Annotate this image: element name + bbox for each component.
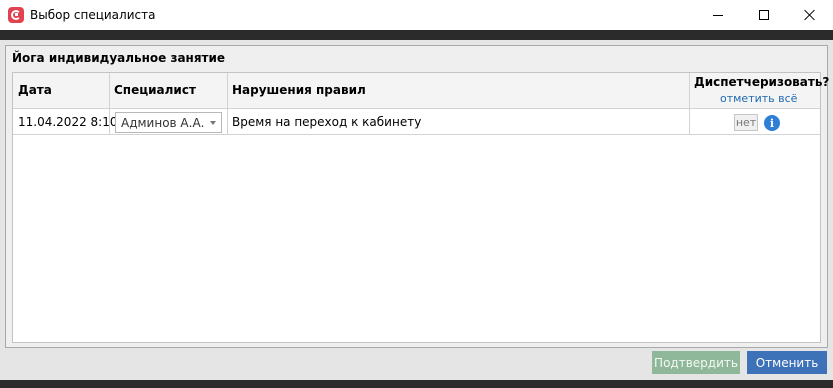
minimize-icon <box>713 14 723 16</box>
specialist-select-value: Админов А.А. <box>121 116 205 130</box>
row-date: 11.04.2022 8:10 <box>18 115 118 129</box>
window-frame-bottom <box>0 380 833 388</box>
close-icon <box>804 9 816 21</box>
column-header-violations[interactable]: Нарушения правил <box>232 83 366 97</box>
dispatch-toggle[interactable]: нет <box>734 114 758 131</box>
info-icon[interactable]: i <box>764 115 780 131</box>
session-panel: Йога индивидуальное занятие Дата Специал… <box>5 45 829 348</box>
column-header-date[interactable]: Дата <box>18 83 52 97</box>
app-logo-icon <box>8 7 24 23</box>
maximize-button[interactable] <box>741 0 787 30</box>
table-row[interactable]: 11.04.2022 8:10 Админов А.А. Время на пе… <box>13 109 820 135</box>
title-bar: Выбор специалиста <box>0 0 833 30</box>
chevron-down-icon <box>210 121 216 125</box>
select-all-link[interactable]: отметить всё <box>720 92 797 105</box>
specialist-select[interactable]: Админов А.А. <box>115 112 222 133</box>
confirm-button[interactable]: Подтвердить <box>652 351 740 374</box>
minimize-button[interactable] <box>695 0 741 30</box>
window-frame-top <box>0 30 833 40</box>
cancel-button[interactable]: Отменить <box>747 351 827 374</box>
maximize-icon <box>759 10 769 20</box>
row-violation: Время на переход к кабинету <box>232 115 422 129</box>
schedule-table: Дата Специалист Нарушения правил Диспетч… <box>12 72 829 343</box>
window-title: Выбор специалиста <box>30 8 156 22</box>
column-header-dispatch: Диспетчеризовать? <box>694 75 830 89</box>
close-button[interactable] <box>787 0 833 30</box>
panel-title: Йога индивидуальное занятие <box>12 51 226 65</box>
table-header: Дата Специалист Нарушения правил Диспетч… <box>13 73 829 109</box>
column-header-specialist[interactable]: Специалист <box>114 83 196 97</box>
dialog-body: Йога индивидуальное занятие Дата Специал… <box>0 40 833 380</box>
